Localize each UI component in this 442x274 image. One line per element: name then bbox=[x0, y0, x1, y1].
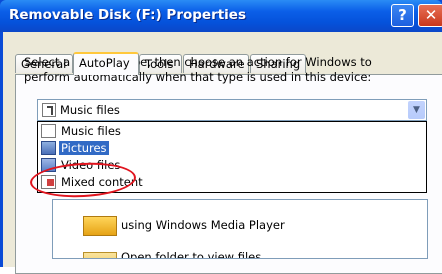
content-type-select[interactable]: Music files ▼ bbox=[37, 99, 427, 121]
option-label: Music files bbox=[61, 124, 121, 138]
dropdown-option-music[interactable]: Music files bbox=[39, 123, 425, 140]
tab-autoplay[interactable]: AutoPlay bbox=[73, 52, 139, 75]
action-list[interactable]: using Windows Media Player Open folder t… bbox=[52, 199, 428, 259]
pictures-icon bbox=[41, 141, 56, 155]
action-item-label[interactable]: using Windows Media Player bbox=[121, 218, 285, 232]
content-type-selected: Music files bbox=[60, 103, 120, 117]
music-file-icon bbox=[42, 103, 56, 117]
help-button[interactable]: ? bbox=[391, 4, 414, 27]
properties-window: Removable Disk (F:) Properties ? ✕ Gener… bbox=[0, 0, 442, 274]
folder-icon bbox=[83, 252, 117, 258]
window-title: Removable Disk (F:) Properties bbox=[9, 7, 246, 23]
chevron-down-icon[interactable]: ▼ bbox=[408, 101, 425, 119]
dropdown-option-pictures[interactable]: Pictures bbox=[39, 140, 425, 157]
media-player-icon bbox=[83, 216, 117, 236]
option-label: Pictures bbox=[59, 141, 109, 155]
close-button[interactable]: ✕ bbox=[418, 4, 442, 27]
action-item-label[interactable]: Open folder to view files bbox=[121, 250, 261, 258]
title-bar[interactable]: Removable Disk (F:) Properties ? ✕ bbox=[0, 0, 442, 32]
music-file-icon bbox=[41, 124, 56, 138]
